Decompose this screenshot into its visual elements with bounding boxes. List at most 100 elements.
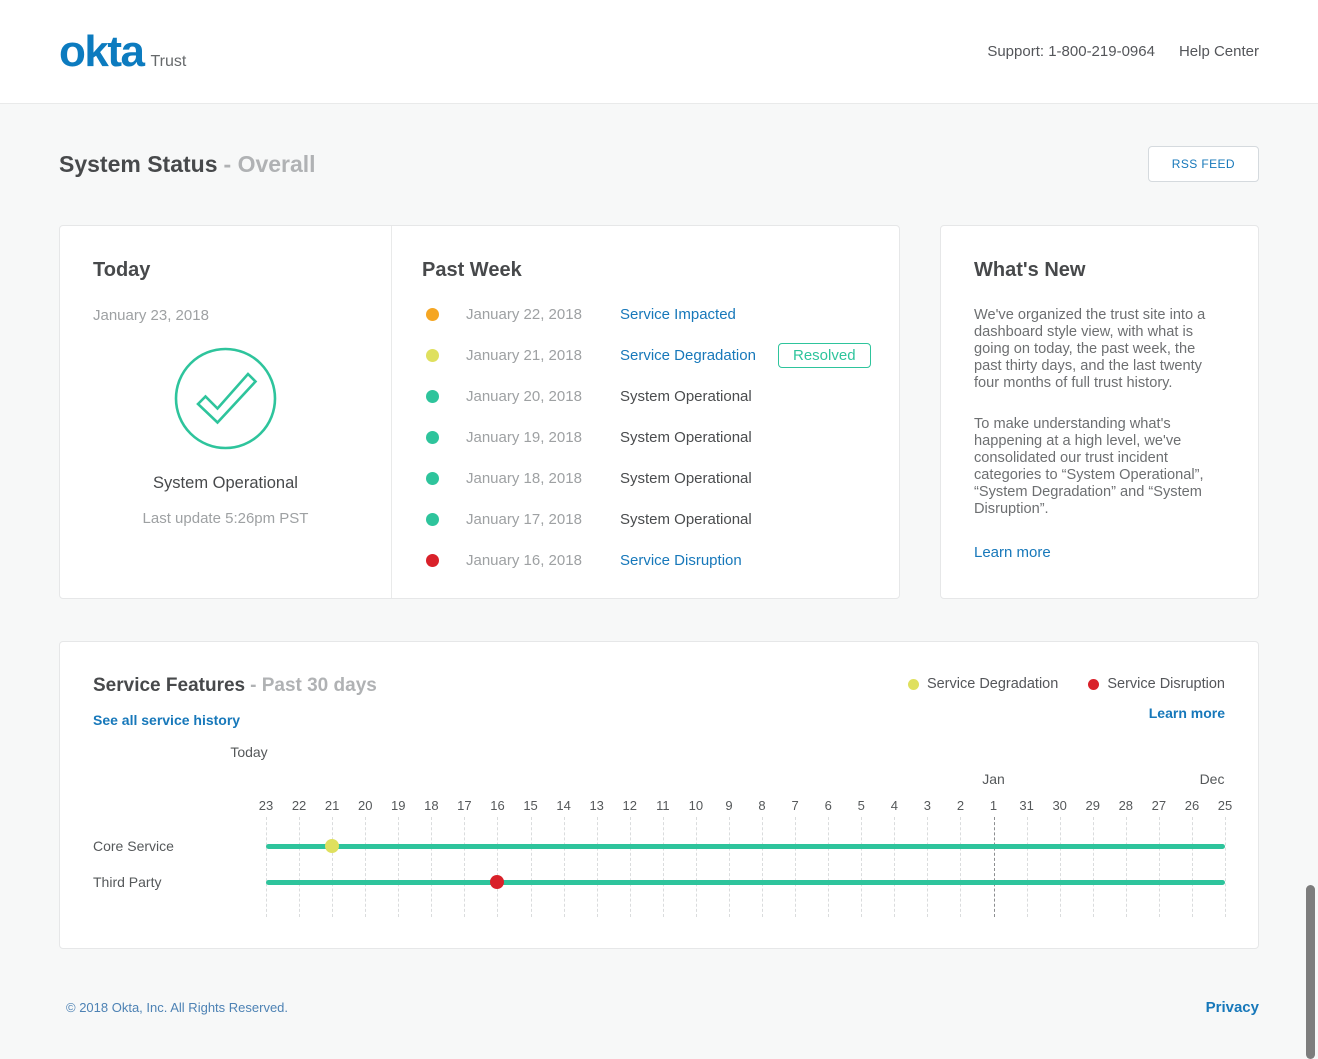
gridline — [795, 817, 796, 917]
gridline — [762, 817, 763, 917]
month-label: Dec — [1192, 771, 1232, 787]
incident-date: January 20, 2018 — [466, 388, 620, 405]
axis-tick-label: 4 — [879, 798, 909, 813]
okta-trust-logo[interactable]: okta Trust — [59, 30, 186, 74]
past-week-row: January 18, 2018System Operational — [422, 458, 899, 499]
page-title-main: System Status — [59, 151, 218, 177]
axis-tick-label: 22 — [284, 798, 314, 813]
incident-date: January 18, 2018 — [466, 470, 620, 487]
gridline — [696, 817, 697, 917]
gridline — [431, 817, 432, 917]
gridline — [828, 817, 829, 917]
gridline — [894, 817, 895, 917]
incident-status-link[interactable]: Service Impacted — [620, 306, 778, 323]
chart-today-label: Today — [229, 744, 269, 760]
timeline-row-label: Core Service — [93, 838, 174, 854]
legend-item: Service Degradation — [908, 676, 1058, 692]
axis-tick-label: 10 — [681, 798, 711, 813]
gridline — [960, 817, 961, 917]
page: okta Trust Support: 1-800-219-0964 Help … — [0, 0, 1318, 1059]
see-all-service-history-link[interactable]: See all service history — [93, 712, 240, 728]
timeline-row-label: Third Party — [93, 874, 161, 890]
incident-date: January 19, 2018 — [466, 429, 620, 446]
incident-status: System Operational — [620, 388, 778, 405]
gridline — [729, 817, 730, 917]
legend-label: Service Degradation — [927, 676, 1058, 692]
axis-tick-label: 20 — [350, 798, 380, 813]
gridline — [1126, 817, 1127, 917]
privacy-link[interactable]: Privacy — [1206, 999, 1259, 1016]
axis-tick-label: 5 — [846, 798, 876, 813]
axis-tick-label: 17 — [449, 798, 479, 813]
header-nav: Support: 1-800-219-0964 Help Center — [963, 43, 1259, 60]
site-header: okta Trust Support: 1-800-219-0964 Help … — [0, 0, 1318, 104]
help-center-link[interactable]: Help Center — [1179, 43, 1259, 60]
legend-label: Service Disruption — [1107, 676, 1225, 692]
axis-tick-label: 26 — [1177, 798, 1207, 813]
incident-status: System Operational — [620, 429, 778, 446]
axis-tick-label: 18 — [416, 798, 446, 813]
whats-new-card: What's New We've organized the trust sit… — [940, 225, 1259, 599]
page-scrollbar[interactable] — [1306, 885, 1315, 1059]
gridline — [861, 817, 862, 917]
whats-new-paragraph-2: To make understanding what's happening a… — [974, 416, 1226, 518]
legend-dot-icon — [1088, 679, 1099, 690]
gridline — [1192, 817, 1193, 917]
legend-dot-icon — [908, 679, 919, 690]
gridline — [332, 817, 333, 917]
service-features-title: Service Features- Past 30 days — [93, 675, 377, 697]
axis-tick-label: 19 — [383, 798, 413, 813]
page-title: System Status- Overall — [59, 151, 316, 178]
axis-tick-label: 23 — [251, 798, 281, 813]
axis-tick-label: 1 — [979, 798, 1009, 813]
incident-status: System Operational — [620, 470, 778, 487]
incident-date: January 16, 2018 — [466, 552, 620, 569]
past-week-row: January 19, 2018System Operational — [422, 417, 899, 458]
rss-feed-button[interactable]: RSS FEED — [1148, 146, 1259, 182]
past-week-title: Past Week — [422, 259, 899, 282]
resolved-badge[interactable]: Resolved — [778, 343, 871, 368]
gridline — [299, 817, 300, 917]
incident-date: January 17, 2018 — [466, 511, 620, 528]
gridline — [365, 817, 366, 917]
axis-tick-label: 14 — [549, 798, 579, 813]
gridline — [464, 817, 465, 917]
status-dot-icon — [426, 554, 439, 567]
whats-new-title: What's New — [974, 259, 1225, 282]
axis-tick-label: 15 — [516, 798, 546, 813]
past-week-rows: January 22, 2018Service ImpactedJanuary … — [422, 294, 899, 581]
gridline — [1225, 817, 1226, 917]
today-date: January 23, 2018 — [93, 307, 358, 324]
logo-trust-label: Trust — [150, 53, 186, 71]
today-panel: Today January 23, 2018 System Operationa… — [60, 226, 392, 598]
axis-tick-label: 25 — [1210, 798, 1240, 813]
service-features-learn-more-link[interactable]: Learn more — [1149, 705, 1225, 721]
today-title: Today — [93, 259, 358, 282]
status-dot-icon — [426, 472, 439, 485]
incident-dot[interactable] — [490, 875, 504, 889]
gridline — [398, 817, 399, 917]
gridline — [497, 817, 498, 917]
month-boundary-gridline — [994, 817, 995, 917]
okta-logo: okta — [59, 30, 143, 74]
gridline — [531, 817, 532, 917]
axis-tick-label: 21 — [317, 798, 347, 813]
axis-tick-label: 16 — [482, 798, 512, 813]
gridline — [630, 817, 631, 917]
whats-new-learn-more-link[interactable]: Learn more — [974, 544, 1051, 561]
support-phone: Support: 1-800-219-0964 — [987, 43, 1155, 60]
copyright-text: © 2018 Okta, Inc. All Rights Reserved. — [66, 1000, 288, 1015]
gridline — [564, 817, 565, 917]
axis-tick-label: 7 — [780, 798, 810, 813]
axis-tick-label: 13 — [582, 798, 612, 813]
timeline-bar — [266, 880, 1225, 885]
month-label: Jan — [974, 771, 1014, 787]
incident-status-link[interactable]: Service Disruption — [620, 552, 778, 569]
axis-tick-label: 27 — [1144, 798, 1174, 813]
axis-tick-label: 30 — [1045, 798, 1075, 813]
gridline — [1027, 817, 1028, 917]
past-week-row: January 16, 2018Service Disruption — [422, 540, 899, 581]
status-dot-icon — [426, 390, 439, 403]
incident-status-link[interactable]: Service Degradation — [620, 347, 778, 364]
incident-dot[interactable] — [325, 839, 339, 853]
